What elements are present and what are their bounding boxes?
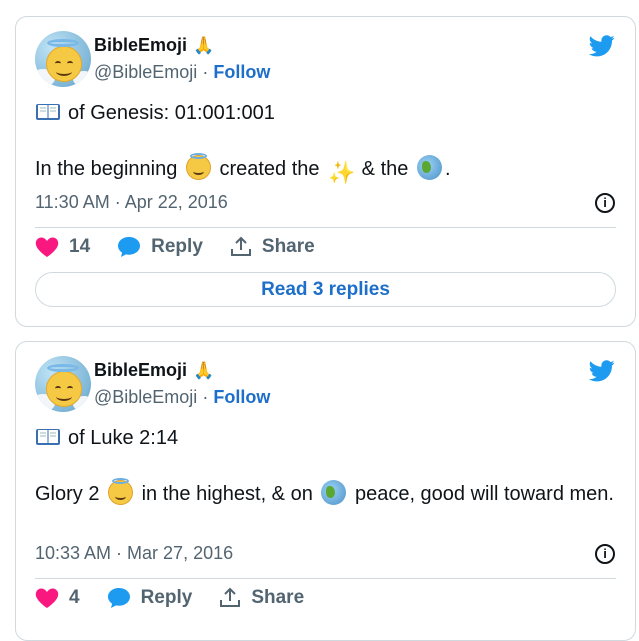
follow-link[interactable]: Follow (213, 387, 270, 407)
twitter-bird-icon[interactable] (589, 360, 615, 382)
text-segment: . (444, 158, 451, 180)
tweet-text-line2: Glory 2 in the highest, & on peace, good… (35, 478, 615, 508)
display-name[interactable]: BibleEmoji (94, 360, 187, 381)
info-icon[interactable]: i (595, 193, 615, 213)
text-segment: created the (219, 158, 320, 180)
handle-text[interactable]: @BibleEmoji (94, 387, 197, 407)
globe-icon (321, 480, 347, 505)
folded-hands-icon: 🙏 (193, 35, 215, 55)
share-button[interactable]: Share (230, 236, 315, 258)
read-replies-button[interactable]: Read 3 replies (35, 272, 616, 307)
text-segment: & the (361, 158, 409, 180)
author-name[interactable]: BibleEmoji 🙏 (94, 360, 214, 381)
verse-reference: of Genesis: 01:001:001 (68, 102, 275, 124)
author-name[interactable]: BibleEmoji 🙏 (94, 35, 214, 56)
timestamp[interactable]: 10:33 AM · Mar 27, 2016 (35, 543, 233, 564)
info-icon[interactable]: i (595, 544, 615, 564)
tweet-card: BibleEmoji 🙏 @BibleEmoji · Follow of Gen… (15, 16, 636, 327)
action-bar: 14 Reply Share (35, 236, 342, 258)
text-segment: In the beginning (35, 158, 178, 180)
separator: · (202, 62, 209, 82)
tweet-text-line1: of Genesis: 01:001:001 (35, 99, 615, 127)
avatar[interactable] (35, 31, 91, 87)
heart-icon (35, 237, 59, 257)
share-icon (230, 236, 251, 256)
like-button[interactable]: 14 (35, 236, 90, 258)
folded-hands-icon: 🙏 (193, 360, 215, 380)
tweet-text-line1: of Luke 2:14 (35, 424, 615, 452)
text-segment: in the highest, & on (141, 483, 313, 505)
reply-label: Reply (151, 236, 203, 257)
open-book-icon (36, 429, 60, 445)
open-book-icon (36, 104, 60, 120)
smiling-face-with-halo-icon (108, 478, 134, 505)
text-segment: Glory 2 (35, 483, 100, 505)
follow-link[interactable]: Follow (213, 62, 270, 82)
author-handle: @BibleEmoji · Follow (94, 387, 270, 408)
verse-reference: of Luke 2:14 (68, 427, 179, 449)
display-name[interactable]: BibleEmoji (94, 35, 187, 56)
text-segment: peace, good will toward men. (354, 483, 614, 505)
separator: · (202, 387, 209, 407)
tweet-card: BibleEmoji 🙏 @BibleEmoji · Follow of Luk… (15, 341, 636, 641)
like-count: 14 (69, 236, 91, 257)
tweet-text-line2: In the beginning created the ✨ & the . (35, 153, 615, 185)
share-label: Share (261, 236, 315, 257)
speech-bubble-icon (118, 237, 141, 257)
twitter-bird-icon[interactable] (589, 35, 615, 57)
smiling-face-with-halo-icon (185, 153, 211, 180)
sparkles-icon: ✨ (328, 160, 356, 185)
divider (35, 578, 616, 579)
author-handle: @BibleEmoji · Follow (94, 62, 270, 83)
divider (35, 227, 616, 228)
globe-icon (416, 155, 442, 180)
reply-button[interactable]: Reply (117, 236, 203, 258)
handle-text[interactable]: @BibleEmoji (94, 62, 197, 82)
avatar[interactable] (35, 356, 91, 412)
timestamp[interactable]: 11:30 AM · Apr 22, 2016 (35, 192, 228, 213)
